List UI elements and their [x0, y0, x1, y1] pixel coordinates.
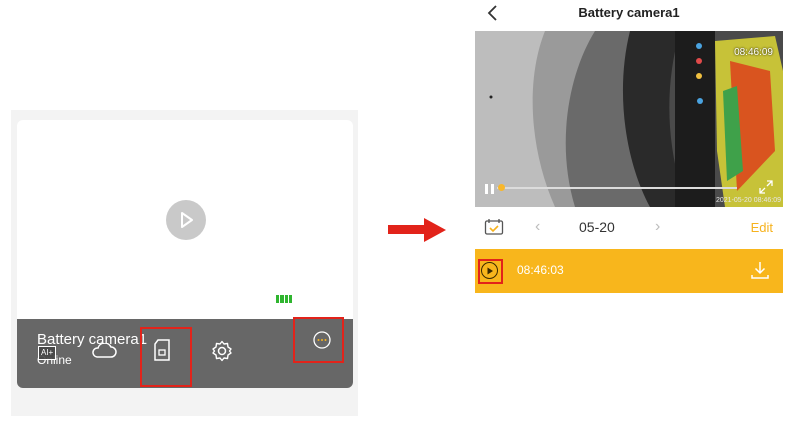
gear-icon[interactable] [211, 340, 233, 362]
recording-time: 08:46:03 [517, 263, 564, 277]
download-icon[interactable] [750, 260, 770, 285]
highlight-more [293, 317, 344, 363]
highlight-sd-card [140, 327, 192, 387]
fullscreen-icon[interactable] [759, 180, 773, 199]
device-card[interactable]: Battery camera1 Online AI+ [17, 120, 353, 388]
video-player[interactable]: 08:46:09 2021-05-20 08:46:09 [475, 31, 783, 207]
recording-list-item[interactable]: 08:46:03 [475, 249, 783, 293]
pause-icon[interactable] [484, 182, 496, 200]
play-icon[interactable] [166, 200, 206, 240]
calendar-icon[interactable] [484, 218, 504, 241]
right-arrow-icon [388, 218, 446, 247]
edit-button[interactable]: Edit [751, 220, 773, 235]
previous-day-button[interactable]: ‹ [535, 218, 540, 236]
highlight-play-recording [478, 259, 503, 284]
progress-track[interactable] [497, 187, 737, 189]
page-title: Battery camera1 [578, 5, 680, 20]
current-date: 05-20 [579, 219, 615, 235]
navigation-bar: Battery camera1 [475, 0, 783, 30]
video-time-overlay: 08:46:09 [734, 47, 773, 58]
progress-handle[interactable] [498, 184, 505, 191]
ai-badge[interactable]: AI+ [38, 346, 57, 360]
date-selector: ‹ 05-20 › Edit [475, 210, 783, 246]
battery-icon [276, 295, 292, 303]
screenshot-stage: Battery camera1 Online AI+ Battery camer… [0, 0, 787, 422]
cloud-icon[interactable] [91, 343, 117, 359]
playback-screen: Battery camera1 08:46:09 2021-05-20 08:4… [475, 0, 783, 422]
next-day-button[interactable]: › [655, 218, 660, 236]
